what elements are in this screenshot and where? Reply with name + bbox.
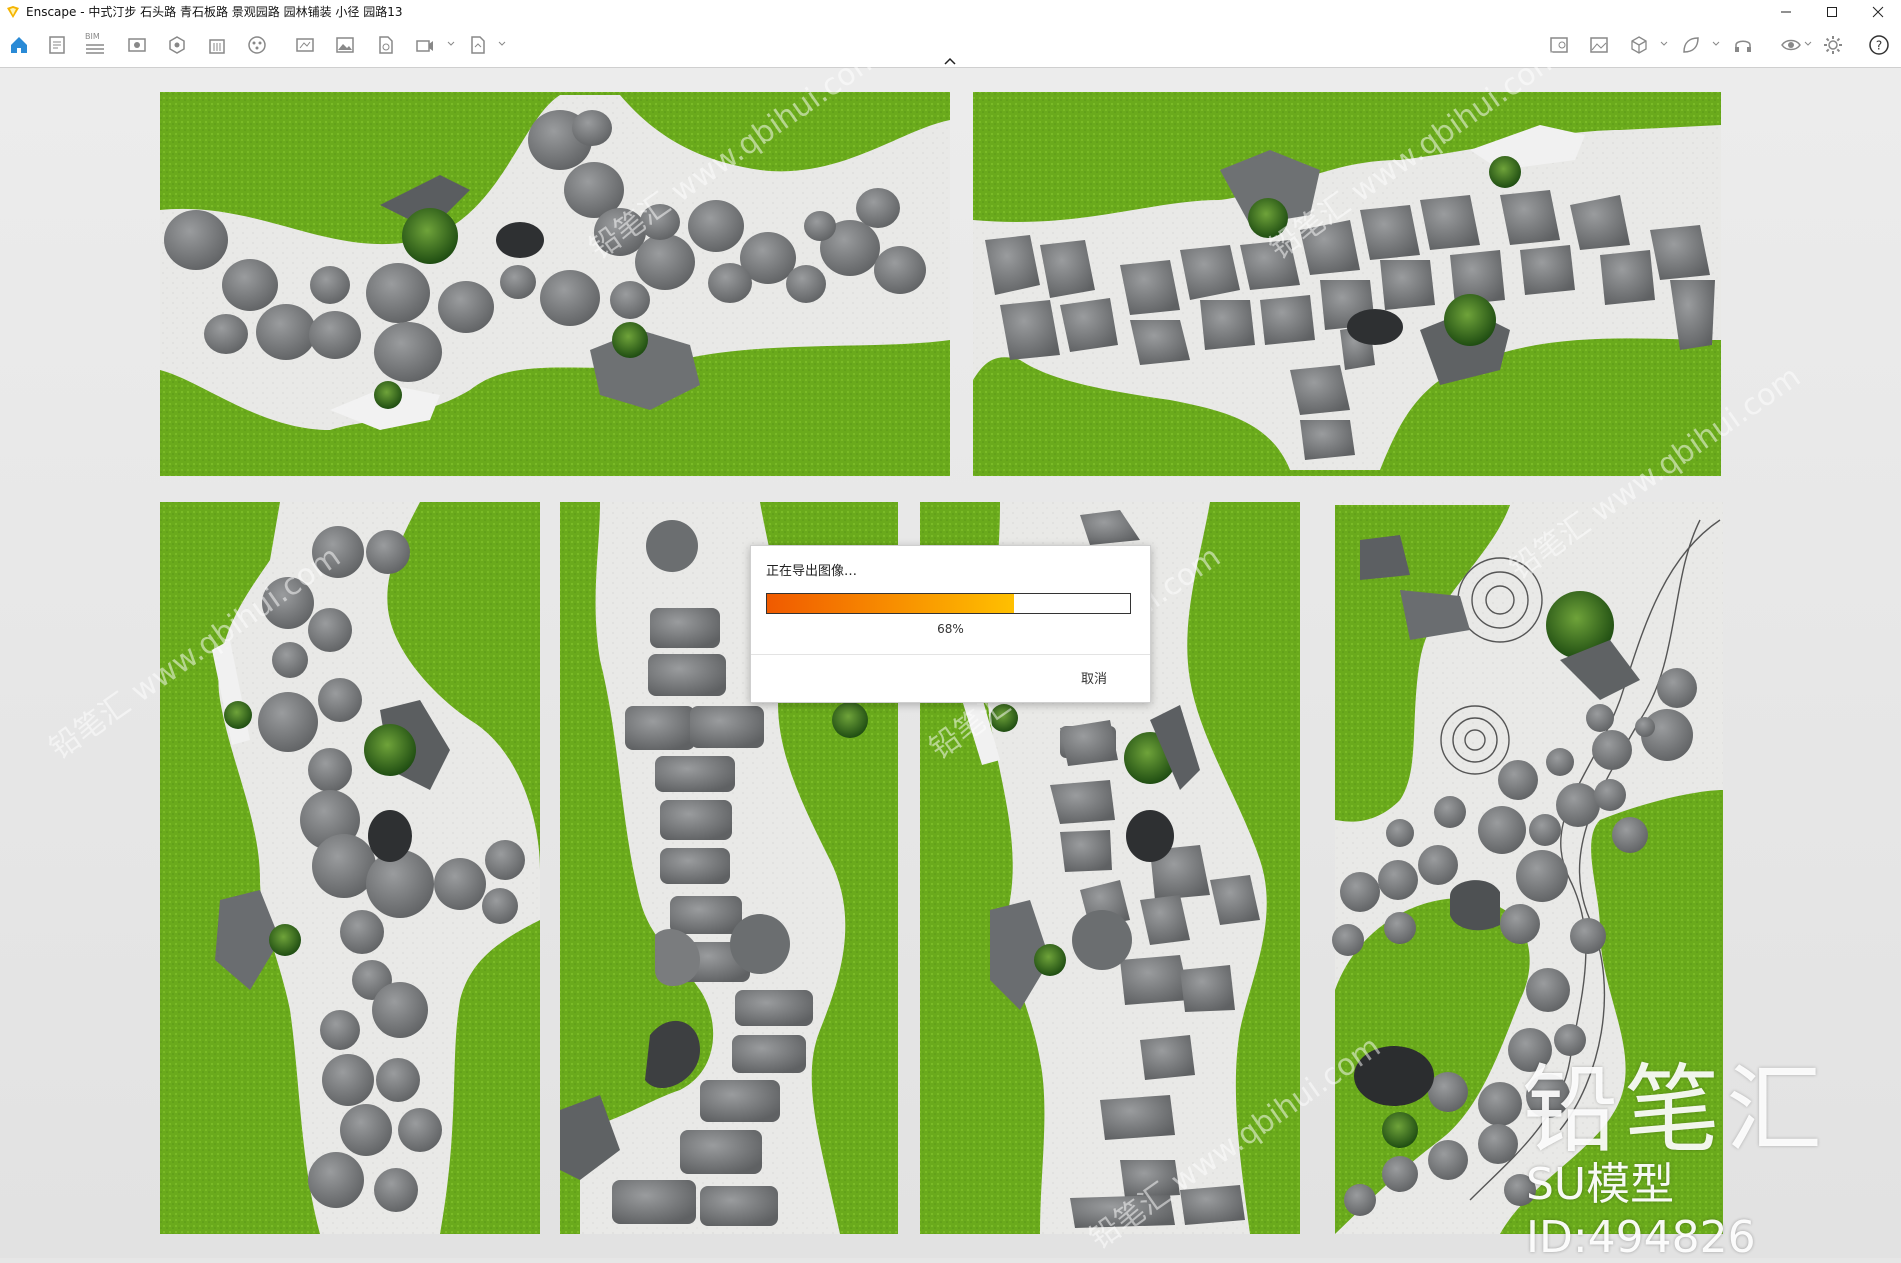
building-icon[interactable] bbox=[206, 34, 228, 56]
watermark-model-id: SU模型ID:494826 bbox=[1526, 1159, 1756, 1263]
close-button[interactable] bbox=[1855, 0, 1901, 23]
view-management-icon[interactable] bbox=[166, 34, 188, 56]
garden-panel-3 bbox=[160, 502, 540, 1234]
progress-bar-fill bbox=[767, 594, 1014, 613]
asset-library-icon[interactable] bbox=[246, 34, 268, 56]
enscape-logo-icon bbox=[7, 5, 19, 18]
maximize-button[interactable] bbox=[1809, 0, 1855, 23]
map-icon[interactable] bbox=[1548, 34, 1570, 56]
svg-text:?: ? bbox=[1876, 39, 1882, 53]
cancel-button[interactable]: 取消 bbox=[1081, 668, 1107, 687]
visual-settings-icon[interactable] bbox=[126, 34, 148, 56]
batch-render-icon[interactable] bbox=[374, 34, 396, 56]
bim-icon bbox=[86, 44, 104, 54]
eye-dropdown-chevron-down-icon[interactable] bbox=[1804, 40, 1812, 48]
home-icon[interactable] bbox=[8, 34, 30, 56]
garden-panel-1 bbox=[160, 92, 950, 476]
garden-panel-2 bbox=[973, 92, 1721, 476]
bim-button[interactable]: BIM bbox=[82, 32, 108, 58]
progress-bar bbox=[766, 593, 1131, 614]
leaf-dropdown-chevron-down-icon[interactable] bbox=[1712, 40, 1720, 48]
export-dropdown-chevron-down-icon[interactable] bbox=[498, 40, 506, 48]
settings-icon[interactable] bbox=[1822, 34, 1844, 56]
headset-icon[interactable] bbox=[1732, 34, 1754, 56]
dialog-divider bbox=[751, 654, 1150, 655]
cube-icon[interactable] bbox=[1628, 34, 1650, 56]
help-icon[interactable]: ? bbox=[1868, 34, 1890, 56]
collapse-toolbar-chevron-up-icon[interactable] bbox=[942, 56, 958, 66]
image-icon[interactable] bbox=[1588, 34, 1610, 56]
export-progress-dialog: 正在导出图像… 68% 取消 bbox=[750, 545, 1151, 703]
export-icon[interactable] bbox=[466, 34, 488, 56]
dialog-title: 正在导出图像… bbox=[766, 564, 858, 579]
title-bar: Enscape - 中式汀步 石头路 青石板路 景观园路 园林铺装 小径 园路1… bbox=[0, 0, 1901, 23]
render-image-icon[interactable] bbox=[334, 34, 356, 56]
minimize-icon bbox=[1781, 11, 1791, 12]
window-title: Enscape - 中式汀步 石头路 青石板路 景观园路 园林铺装 小径 园路1… bbox=[26, 5, 403, 19]
video-icon[interactable] bbox=[414, 34, 436, 56]
close-icon bbox=[1872, 6, 1884, 17]
minimize-button[interactable] bbox=[1763, 0, 1809, 23]
document-icon[interactable] bbox=[46, 34, 68, 56]
video-dropdown-chevron-down-icon[interactable] bbox=[447, 40, 455, 48]
bim-label: BIM bbox=[85, 32, 100, 41]
progress-percent-label: 68% bbox=[937, 622, 964, 636]
leaf-icon[interactable] bbox=[1680, 34, 1702, 56]
maximize-icon bbox=[1827, 6, 1837, 17]
cube-dropdown-chevron-down-icon[interactable] bbox=[1660, 40, 1668, 48]
screenshot-icon[interactable] bbox=[294, 34, 316, 56]
eye-icon[interactable] bbox=[1780, 34, 1802, 56]
